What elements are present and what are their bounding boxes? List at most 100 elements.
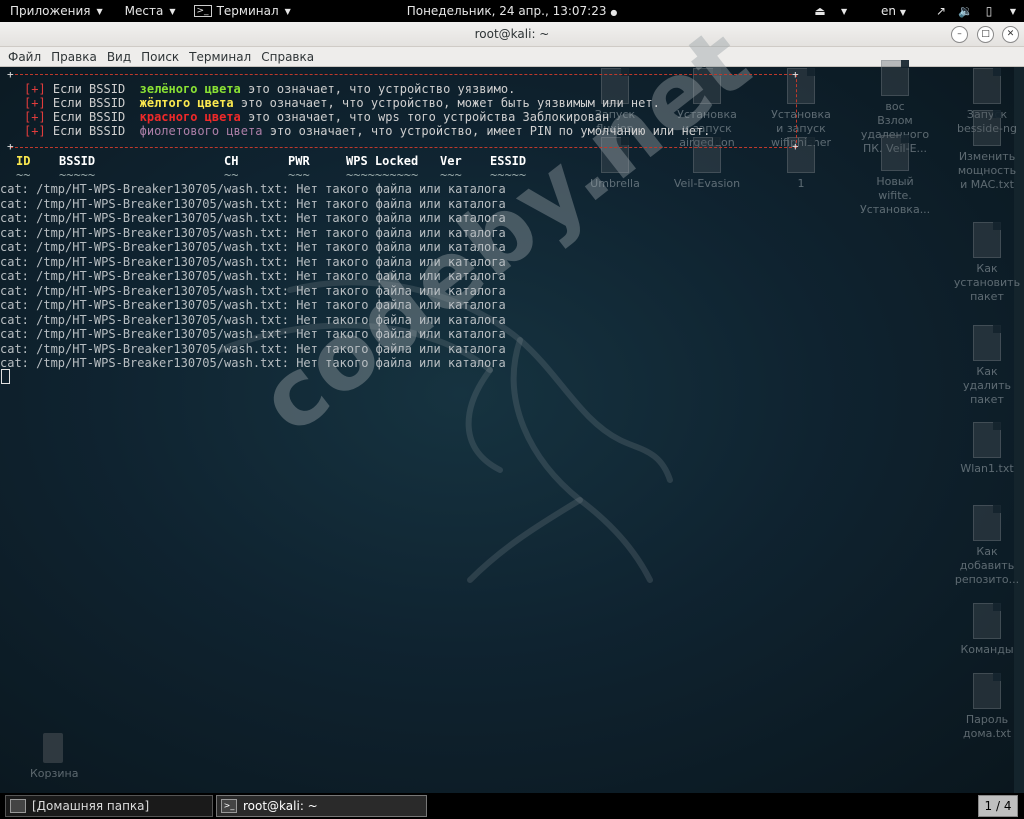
- desktop-icon[interactable]: Пароль дома.txt: [952, 673, 1022, 741]
- header-pwr: PWR: [288, 154, 310, 168]
- underline-id: ~~: [16, 168, 31, 182]
- network-icon[interactable]: ↗: [934, 4, 948, 18]
- bottom-taskbar: [Домашняя папка] >_ root@kali: ~ 1 / 4: [0, 793, 1024, 819]
- task-home-label: [Домашняя папка]: [32, 799, 150, 813]
- caret-down-icon[interactable]: ▼: [837, 7, 851, 16]
- window-title: root@kali: ~: [474, 27, 550, 41]
- keyboard-layout[interactable]: en ▼: [881, 4, 906, 18]
- error-line: cat: /tmp/HT-WPS-Breaker130705/wash.txt:…: [0, 356, 506, 370]
- legend-rest: это означает, что wps того устройства За…: [248, 110, 610, 124]
- menu-file[interactable]: Файл: [3, 50, 46, 64]
- error-line: cat: /tmp/HT-WPS-Breaker130705/wash.txt:…: [0, 312, 506, 327]
- desktop-icon[interactable]: Как добавить репозито...: [952, 505, 1022, 587]
- header-essid: ESSID: [490, 154, 527, 168]
- maximize-button[interactable]: □: [977, 26, 994, 43]
- terminal-app-menu[interactable]: >_ Терминал ▼: [186, 0, 301, 22]
- file-icon: [973, 325, 1001, 361]
- underline-wps-locked: ~~~~~~~~~~: [346, 168, 419, 182]
- caret-down-icon: ▼: [169, 6, 176, 16]
- legend-rest: это означает, что устройство, имеет PIN …: [269, 124, 711, 138]
- clock[interactable]: Понедельник, 24 апр., 13:07:23: [407, 4, 607, 18]
- trash-icon: [43, 733, 63, 763]
- minimize-button[interactable]: –: [951, 26, 968, 43]
- legend-line: [+] Если BSSID фиолетового цвета это озн…: [24, 124, 710, 138]
- desktop-icon-label: Новый wifite. Установка...: [860, 175, 931, 216]
- desktop-icon-label: Изменить мощность и MAC.txt: [957, 150, 1017, 191]
- header-ch: CH: [224, 154, 239, 168]
- menu-edit[interactable]: Правка: [46, 50, 102, 64]
- legend-prefix: Если BSSID: [52, 124, 126, 138]
- places-label: Места: [124, 4, 164, 18]
- desktop-icon-label: Как установить пакет: [953, 262, 1021, 303]
- desktop-icon-label: Команды: [960, 643, 1014, 656]
- underline-pwr: ~~~: [288, 168, 310, 182]
- eject-icon[interactable]: ⏏: [813, 4, 827, 18]
- system-tray: ⏏ ▼ en ▼ ↗ 🔉 ▯ ▼: [813, 0, 1020, 22]
- box-corner: +: [792, 140, 799, 153]
- error-line: cat: /tmp/HT-WPS-Breaker130705/wash.txt:…: [0, 225, 506, 240]
- caret-down-icon: ▼: [284, 6, 291, 16]
- close-button[interactable]: ✕: [1002, 26, 1019, 43]
- battery-icon[interactable]: ▯: [982, 4, 996, 18]
- box-corner: +: [792, 68, 799, 81]
- task-home-folder[interactable]: [Домашняя папка]: [5, 795, 213, 817]
- menu-view[interactable]: Вид: [102, 50, 136, 64]
- bullet: [+]: [24, 110, 46, 124]
- bullet: [+]: [24, 82, 46, 96]
- menu-terminal[interactable]: Терминал: [184, 50, 256, 64]
- header-id: ID: [16, 154, 31, 168]
- legend-color-word: жёлтого цвета: [139, 96, 234, 110]
- task-terminal[interactable]: >_ root@kali: ~: [216, 795, 427, 817]
- desktop-icon[interactable]: Новый wifite. Установка...: [860, 135, 930, 217]
- desktop-icon-label: Пароль дома.txt: [962, 713, 1011, 740]
- desktop-icon-label: Как добавить репозито...: [954, 545, 1020, 586]
- underline-ver: ~~~: [440, 168, 462, 182]
- file-icon: [973, 222, 1001, 258]
- error-line: cat: /tmp/HT-WPS-Breaker130705/wash.txt:…: [0, 298, 506, 312]
- volume-icon[interactable]: 🔉: [958, 4, 973, 18]
- desktop-icon-label: 1: [797, 177, 805, 190]
- workspace-switcher[interactable]: 1 / 4: [978, 795, 1018, 817]
- keyboard-layout-label: en: [881, 4, 897, 18]
- legend-rest: это означает, что устройство уязвимо.: [248, 82, 516, 96]
- top-panel: Приложения ▼ Места ▼ >_ Терминал ▼ Понед…: [0, 0, 1024, 22]
- legend-color-word: фиолетового цвета: [139, 124, 263, 138]
- task-terminal-label: root@kali: ~: [243, 799, 318, 813]
- terminal-app-label: Терминал: [216, 4, 279, 18]
- legend-prefix: Если BSSID: [52, 96, 126, 110]
- places-menu[interactable]: Места ▼: [113, 0, 186, 22]
- terminal-cursor: [1, 369, 10, 384]
- file-icon: [881, 60, 909, 96]
- desktop-icon[interactable]: Wlan1.txt: [952, 422, 1022, 476]
- header-bssid: BSSID: [59, 154, 96, 168]
- file-icon: [973, 603, 1001, 639]
- caret-down-icon: ▼: [899, 8, 906, 17]
- error-line: cat: /tmp/HT-WPS-Breaker130705/wash.txt:…: [0, 327, 506, 341]
- legend-prefix: Если BSSID: [52, 110, 126, 124]
- legend-color-word: красного цвета: [139, 110, 241, 124]
- menu-search[interactable]: Поиск: [136, 50, 184, 64]
- bullet: [+]: [24, 96, 46, 110]
- desktop-icon[interactable]: Команды: [952, 603, 1022, 657]
- header-wps-locked: WPS Locked: [346, 154, 419, 168]
- file-icon: [973, 68, 1001, 104]
- applications-menu[interactable]: Приложения ▼: [0, 0, 113, 22]
- desktop-icon[interactable]: Изменить мощность и MAC.txt: [952, 110, 1022, 192]
- error-line: cat: /tmp/HT-WPS-Breaker130705/wash.txt:…: [0, 254, 506, 269]
- terminal-app-icon: >_: [193, 5, 212, 17]
- window-titlebar[interactable]: root@kali: ~ – □ ✕: [0, 22, 1024, 47]
- trash-desktop-icon[interactable]: Корзина: [30, 733, 79, 780]
- file-icon: [973, 673, 1001, 709]
- file-icon: [973, 505, 1001, 541]
- error-line: cat: /tmp/HT-WPS-Breaker130705/wash.txt:…: [0, 211, 506, 225]
- error-line: cat: /tmp/HT-WPS-Breaker130705/wash.txt:…: [0, 341, 506, 356]
- desktop-icon[interactable]: Как удалить пакет: [952, 325, 1022, 407]
- file-icon: [973, 422, 1001, 458]
- menu-help[interactable]: Справка: [256, 50, 319, 64]
- legend-prefix: Если BSSID: [52, 82, 126, 96]
- trash-label: Корзина: [30, 767, 79, 780]
- error-line: cat: /tmp/HT-WPS-Breaker130705/wash.txt:…: [0, 196, 506, 211]
- desktop-icon[interactable]: Как установить пакет: [952, 222, 1022, 304]
- error-line: cat: /tmp/HT-WPS-Breaker130705/wash.txt:…: [0, 269, 506, 283]
- caret-down-icon[interactable]: ▼: [1006, 7, 1020, 16]
